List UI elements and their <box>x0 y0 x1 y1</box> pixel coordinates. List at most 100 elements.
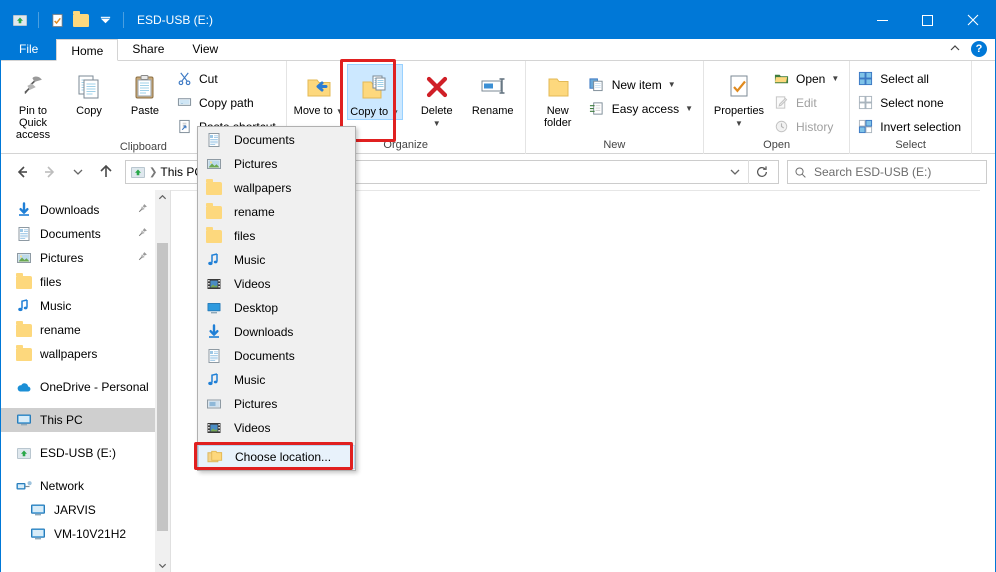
pin-icon[interactable] <box>137 251 148 265</box>
group-label-new: New <box>603 139 626 151</box>
close-icon[interactable] <box>950 1 995 39</box>
maximize-icon[interactable] <box>905 1 950 39</box>
refresh-icon[interactable] <box>748 160 774 184</box>
sidebar-item-esd-usb[interactable]: ESD-USB (E:) <box>1 441 170 465</box>
sidebar-item-rename[interactable]: rename <box>1 318 170 342</box>
content-scrollbar[interactable] <box>980 190 995 572</box>
sidebar-item-this-pc[interactable]: This PC <box>1 408 170 432</box>
history-button[interactable]: History <box>770 116 845 137</box>
menu-item-music-2[interactable]: Music <box>198 368 355 392</box>
open-button[interactable]: Open ▼ <box>770 68 845 89</box>
sidebar-item-vm[interactable]: VM-10V21H2 <box>1 522 170 546</box>
menu-item-pictures-2[interactable]: Pictures <box>198 392 355 416</box>
sidebar-item-music[interactable]: Music <box>1 294 170 318</box>
menu-item-videos-2[interactable]: Videos <box>198 416 355 440</box>
customize-chevron-icon[interactable] <box>94 9 116 31</box>
chevron-down-icon[interactable]: ▼ <box>336 107 344 116</box>
sidebar-item-network[interactable]: Network <box>1 474 170 498</box>
nav-spacer-4 <box>1 465 170 474</box>
copy-icon <box>74 68 104 102</box>
properties-button[interactable]: Properties ▼ <box>708 64 770 130</box>
sidebar-item-wallpapers[interactable]: wallpapers <box>1 342 170 366</box>
sidebar-item-onedrive[interactable]: OneDrive - Personal <box>1 375 170 399</box>
menu-item-label: Videos <box>234 277 271 291</box>
easy-access-button[interactable]: Easy access ▼ <box>586 98 699 119</box>
sidebar-scrollbar[interactable] <box>155 190 170 572</box>
breadcrumb-separator[interactable]: ❯ <box>149 167 157 178</box>
pin-icon[interactable] <box>137 227 148 241</box>
properties-icon[interactable] <box>46 9 68 31</box>
tab-home[interactable]: Home <box>56 39 119 61</box>
address-bar: ❯ This PC ❯ Search ESD-USB (E:) <box>1 154 995 190</box>
chevron-up-icon[interactable] <box>949 42 961 57</box>
chevron-down-icon[interactable]: ▼ <box>433 119 441 128</box>
usb-drive-icon[interactable] <box>9 9 31 31</box>
menu-item-choose-location[interactable]: Choose location... <box>198 445 355 469</box>
rename-button[interactable]: Rename <box>465 64 521 117</box>
forward-button[interactable] <box>37 159 63 185</box>
minimize-icon[interactable] <box>860 1 905 39</box>
copy-button[interactable]: Copy <box>61 64 117 117</box>
menu-item-documents-2[interactable]: Documents <box>198 344 355 368</box>
delete-button[interactable]: Delete ▼ <box>409 64 465 130</box>
copy-to-button[interactable]: Copy to ▼ <box>346 64 403 120</box>
menu-item-downloads[interactable]: Downloads <box>198 320 355 344</box>
chevron-down-icon[interactable]: ▼ <box>668 80 676 89</box>
invert-selection-label: Invert selection <box>880 119 961 134</box>
rename-icon <box>478 68 508 102</box>
menu-item-label: Pictures <box>234 157 278 171</box>
menu-item-files[interactable]: files <box>198 224 355 248</box>
chevron-down-icon[interactable]: ▼ <box>685 104 693 113</box>
scroll-up-icon[interactable] <box>155 190 170 205</box>
scrollbar-thumb[interactable] <box>157 243 168 531</box>
up-button[interactable] <box>93 159 119 185</box>
sidebar-item-documents[interactable]: Documents <box>1 222 170 246</box>
menu-item-videos-1[interactable]: Videos <box>198 272 355 296</box>
tab-file[interactable]: File <box>1 38 57 60</box>
paste-icon <box>130 68 160 102</box>
help-icon[interactable]: ? <box>971 41 987 57</box>
chevron-down-icon[interactable]: ▼ <box>831 74 839 83</box>
menu-item-desktop[interactable]: Desktop <box>198 296 355 320</box>
paste-button[interactable]: Paste <box>117 64 173 117</box>
sidebar-item-jarvis[interactable]: JARVIS <box>1 498 170 522</box>
chevron-down-icon[interactable]: ▼ <box>735 119 743 128</box>
cut-button[interactable]: Cut <box>173 68 282 89</box>
tab-view[interactable]: View <box>178 38 232 60</box>
new-item-button[interactable]: New item ▼ <box>586 74 699 95</box>
select-none-button[interactable]: Select none <box>854 92 967 113</box>
copy-to-dropdown-menu[interactable]: Documents Pictures wallpapers rename fil… <box>194 126 356 471</box>
menu-item-label: Desktop <box>234 301 279 315</box>
tab-share[interactable]: Share <box>118 38 178 60</box>
menu-item-documents-1[interactable]: Documents <box>198 128 355 152</box>
nav-spacer-2 <box>1 399 170 408</box>
new-folder-button[interactable]: New folder <box>530 64 586 129</box>
sidebar-item-files[interactable]: files <box>1 270 170 294</box>
menu-item-rename[interactable]: rename <box>198 200 355 224</box>
chevron-down-icon[interactable]: ▼ <box>391 108 399 117</box>
chevron-down-icon[interactable] <box>722 161 748 183</box>
select-all-button[interactable]: Select all <box>854 68 967 89</box>
new-item-icon <box>588 76 606 94</box>
invert-selection-button[interactable]: Invert selection <box>854 116 967 137</box>
edit-label: Edit <box>796 95 817 110</box>
menu-item-music-1[interactable]: Music <box>198 248 355 272</box>
menu-item-pictures-1[interactable]: Pictures <box>198 152 355 176</box>
folder-icon <box>15 272 33 291</box>
search-input[interactable]: Search ESD-USB (E:) <box>787 160 987 184</box>
sidebar-item-downloads[interactable]: Downloads <box>1 198 170 222</box>
menu-item-wallpapers[interactable]: wallpapers <box>198 176 355 200</box>
copy-path-button[interactable]: .. Copy path <box>173 92 282 113</box>
pin-to-quick-access-button[interactable]: Pin to Quick access <box>5 64 61 141</box>
scroll-down-icon[interactable] <box>155 558 170 572</box>
pin-icon[interactable] <box>137 203 148 217</box>
move-to-button[interactable]: Move to ▼ <box>291 64 347 118</box>
documents-icon <box>15 225 33 243</box>
usb-drive-icon[interactable] <box>130 164 146 180</box>
sidebar-item-pictures[interactable]: Pictures <box>1 246 170 270</box>
edit-button[interactable]: Edit <box>770 92 845 113</box>
recent-locations-button[interactable] <box>65 159 91 185</box>
new-folder-icon[interactable] <box>70 9 92 31</box>
back-button[interactable] <box>9 159 35 185</box>
